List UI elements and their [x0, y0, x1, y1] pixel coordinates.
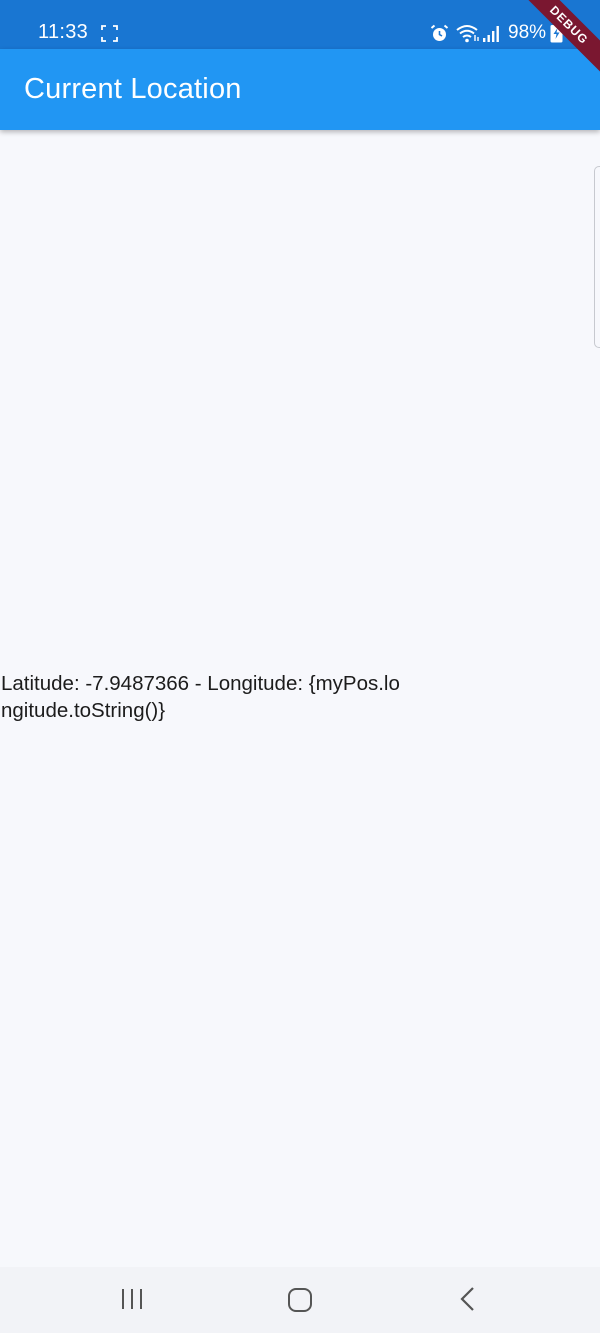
status-bar: 11:33 98%: [0, 0, 600, 49]
main-content: Latitude: -7.9487366 - Longitude: {myPos…: [0, 130, 600, 1267]
status-time: 11:33: [38, 21, 89, 43]
page-title: Current Location: [24, 73, 242, 105]
location-text: Latitude: -7.9487366 - Longitude: {myPos…: [1, 672, 400, 722]
edge-panel-handle[interactable]: [594, 166, 600, 348]
battery-percentage: 98%: [508, 22, 547, 43]
home-icon[interactable]: [287, 1287, 313, 1313]
signal-icon: [483, 26, 499, 42]
screenshot-icon: [101, 25, 118, 42]
app-bar: Current Location: [0, 49, 600, 130]
wifi-icon: [456, 25, 479, 43]
alarm-icon: [430, 24, 449, 41]
recent-apps-icon[interactable]: [119, 1287, 145, 1311]
navigation-bar: [0, 1267, 600, 1333]
back-icon[interactable]: [458, 1286, 478, 1312]
